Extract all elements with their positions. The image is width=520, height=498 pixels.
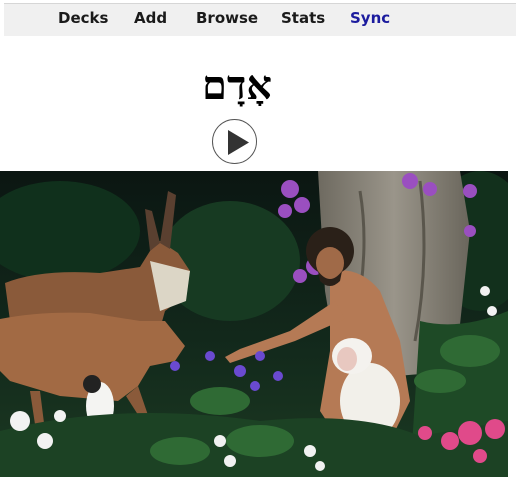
bottom-margin bbox=[0, 477, 520, 498]
play-audio-button[interactable] bbox=[212, 119, 257, 164]
nav-add[interactable]: Add bbox=[134, 9, 167, 27]
nav-stats[interactable]: Stats bbox=[281, 9, 325, 27]
garden-illustration bbox=[0, 171, 508, 477]
nav-sync[interactable]: Sync bbox=[350, 9, 390, 27]
nav-browse[interactable]: Browse bbox=[196, 9, 258, 27]
garden-scene-image bbox=[0, 171, 508, 477]
card-word: אָדָם bbox=[202, 62, 272, 109]
play-icon bbox=[228, 130, 249, 155]
top-toolbar: Decks Add Browse Stats Sync bbox=[0, 0, 520, 36]
nav-decks[interactable]: Decks bbox=[58, 9, 108, 27]
